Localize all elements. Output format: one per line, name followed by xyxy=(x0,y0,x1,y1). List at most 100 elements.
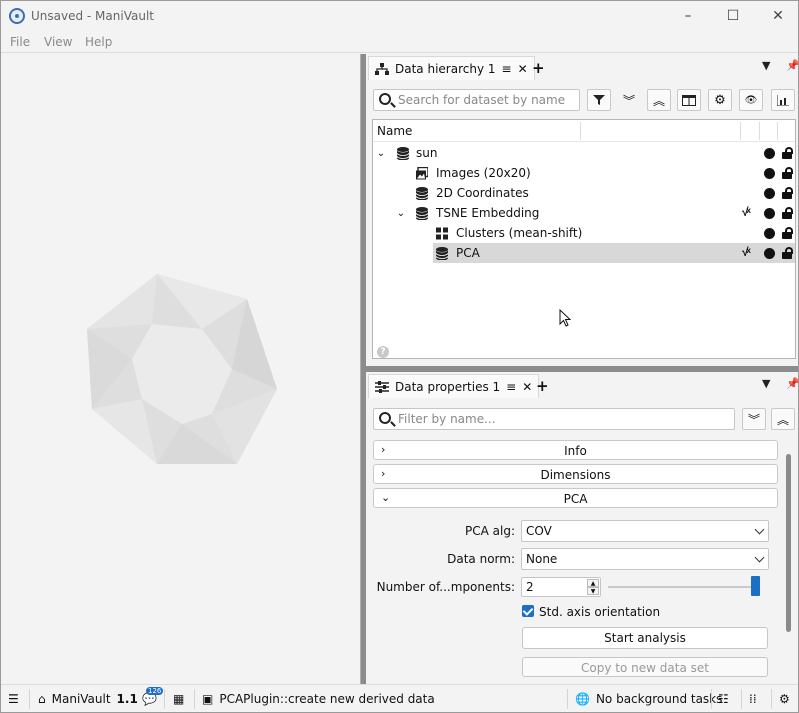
dataset-search-input[interactable]: Search for dataset by name xyxy=(373,89,580,111)
column-separator[interactable] xyxy=(759,122,760,140)
task-grid-icon[interactable]: ⁞⁞ xyxy=(749,692,757,706)
column-separator[interactable] xyxy=(580,122,581,140)
pin-icon[interactable]: 📌 xyxy=(786,377,799,390)
visibility-dot-icon[interactable] xyxy=(764,248,775,259)
menu-file[interactable]: File xyxy=(10,35,30,49)
property-filter-input[interactable]: Filter by name... xyxy=(373,408,735,430)
hierarchy-dock-header: Data hierarchy 1 ≡ ✕ + ▼ 📌 xyxy=(366,54,799,80)
section-info[interactable]: › Info xyxy=(373,440,778,460)
tab-data-properties[interactable]: Data properties 1 ≡ ✕ xyxy=(368,374,540,398)
tab-menu-icon[interactable]: ≡ xyxy=(506,380,516,394)
chevrons-down-icon: ︾ xyxy=(747,412,760,427)
workspace-icon[interactable]: ▦ xyxy=(173,692,184,706)
chevron-down-icon[interactable]: ⌄ xyxy=(395,208,407,219)
filter-placeholder: Filter by name... xyxy=(398,412,496,426)
add-tab-icon[interactable]: + xyxy=(532,59,545,77)
tree-row-label: sun xyxy=(416,146,438,160)
column-separator[interactable] xyxy=(740,122,741,140)
data-hierarchy-tree[interactable]: Name ⌄ sun Images (20x20) 2D Coordinates… xyxy=(372,119,796,359)
columns-button[interactable] xyxy=(677,89,701,111)
tab-close-icon[interactable]: ✕ xyxy=(518,62,528,76)
pca-alg-select[interactable]: COV xyxy=(521,520,769,542)
background-tasks[interactable]: 🌐 No background tasks xyxy=(575,692,722,706)
name-column-header[interactable]: Name xyxy=(377,124,412,138)
std-axis-checkbox[interactable] xyxy=(522,605,534,617)
lock-icon[interactable] xyxy=(781,207,793,219)
eye-slash-icon: 👁 xyxy=(744,94,758,106)
minimize-button[interactable]: – xyxy=(668,5,708,27)
visibility-dot-icon[interactable] xyxy=(764,168,775,179)
search-icon xyxy=(379,93,391,105)
visibility-dot-icon[interactable] xyxy=(764,148,775,159)
tab-data-hierarchy[interactable]: Data hierarchy 1 ≡ ✕ xyxy=(368,56,535,80)
section-pca[interactable]: ⌄ PCA xyxy=(373,488,778,508)
tree-row-2d-coordinates[interactable]: 2D Coordinates xyxy=(373,183,795,203)
help-icon[interactable]: ? xyxy=(377,346,389,358)
menu-help[interactable]: Help xyxy=(85,35,112,49)
lock-icon[interactable] xyxy=(781,147,793,159)
components-slider-handle[interactable] xyxy=(751,576,760,596)
tree-row-images[interactable]: Images (20x20) xyxy=(373,163,795,183)
dock-dropdown-icon[interactable]: ▼ xyxy=(762,59,770,72)
sliders-icon xyxy=(375,380,389,393)
properties-scrollbar[interactable] xyxy=(786,454,791,632)
copy-to-new-dataset-button[interactable]: Copy to new data set xyxy=(522,657,768,677)
chevron-down-icon[interactable]: ⌄ xyxy=(375,148,387,159)
menu-view[interactable]: View xyxy=(44,35,72,49)
collapse-all-button[interactable]: ︽ xyxy=(647,89,671,111)
tree-row-clusters[interactable]: Clusters (mean-shift) xyxy=(373,223,795,243)
task-list-icon[interactable]: ☷ xyxy=(718,692,729,706)
start-analysis-button[interactable]: Start analysis xyxy=(522,627,768,649)
tree-row-tsne-embedding[interactable]: ⌄ TSNE Embedding √ͯ xyxy=(373,203,795,223)
lock-icon[interactable] xyxy=(781,247,793,259)
clusters-icon xyxy=(436,227,448,239)
expand-all-button[interactable]: ︾ xyxy=(617,89,641,111)
tree-row-sun[interactable]: ⌄ sun xyxy=(373,143,795,163)
lock-icon[interactable] xyxy=(781,227,793,239)
title-bar[interactable]: Unsaved - ManiVault – ☐ ✕ xyxy=(1,1,798,31)
tab-close-icon[interactable]: ✕ xyxy=(522,380,532,394)
tree-row-label: TSNE Embedding xyxy=(436,206,540,220)
lock-icon[interactable] xyxy=(781,187,793,199)
settings-button[interactable]: ⚙ xyxy=(708,89,732,111)
pca-alg-label: PCA alg: xyxy=(465,524,515,538)
visibility-button[interactable]: 👁 xyxy=(739,89,763,111)
visibility-dot-icon[interactable] xyxy=(764,208,775,219)
chevrons-down-icon: ︾ xyxy=(622,93,635,108)
database-icon xyxy=(416,206,428,220)
section-dimensions[interactable]: › Dimensions xyxy=(373,464,778,484)
expand-all-sections-button[interactable]: ︾ xyxy=(742,408,766,430)
spin-down-icon[interactable]: ▼ xyxy=(587,587,599,595)
close-button[interactable]: ✕ xyxy=(758,5,798,27)
pin-icon[interactable]: 📌 xyxy=(786,59,799,72)
maximize-button[interactable]: ☐ xyxy=(713,5,753,27)
data-norm-value: None xyxy=(526,552,558,566)
plugin-status: ▣ PCAPlugin::create new derived data xyxy=(202,692,435,706)
section-label: PCA xyxy=(563,492,588,506)
divider xyxy=(194,689,195,709)
data-norm-select[interactable]: None xyxy=(521,548,769,570)
pca-alg-value: COV xyxy=(526,524,552,538)
manivault-version[interactable]: ⌂ ManiVault 1.1 xyxy=(38,692,138,706)
components-slider-track[interactable] xyxy=(608,586,760,588)
components-spinbox[interactable]: 2 ▲ ▼ xyxy=(521,577,601,597)
dock-dropdown-icon[interactable]: ▼ xyxy=(762,377,770,390)
add-tab-icon[interactable]: + xyxy=(536,377,549,395)
tree-row-pca[interactable]: PCA √ͯ xyxy=(373,243,795,263)
spin-up-icon[interactable]: ▲ xyxy=(587,579,599,587)
collapse-all-sections-button[interactable]: ︽ xyxy=(771,408,795,430)
settings-gear-icon[interactable]: ⚙ xyxy=(779,692,790,706)
lock-icon[interactable] xyxy=(781,167,793,179)
start-page-icon[interactable]: ☰ xyxy=(8,692,19,706)
tab-menu-icon[interactable]: ≡ xyxy=(502,62,512,76)
visibility-dot-icon[interactable] xyxy=(764,188,775,199)
filter-button[interactable] xyxy=(587,89,611,111)
central-view-area[interactable] xyxy=(2,54,360,684)
window-title: Unsaved - ManiVault xyxy=(31,9,154,23)
chevron-down-icon xyxy=(754,524,765,535)
statistics-button[interactable] xyxy=(771,89,795,111)
status-bar: ☰ ⌂ ManiVault 1.1 💬 126 ▦ ▣ PCAPlugin::c… xyxy=(1,684,798,712)
app-window: Unsaved - ManiVault – ☐ ✕ File View Help xyxy=(0,0,799,713)
visibility-dot-icon[interactable] xyxy=(764,228,775,239)
column-separator[interactable] xyxy=(777,122,778,140)
